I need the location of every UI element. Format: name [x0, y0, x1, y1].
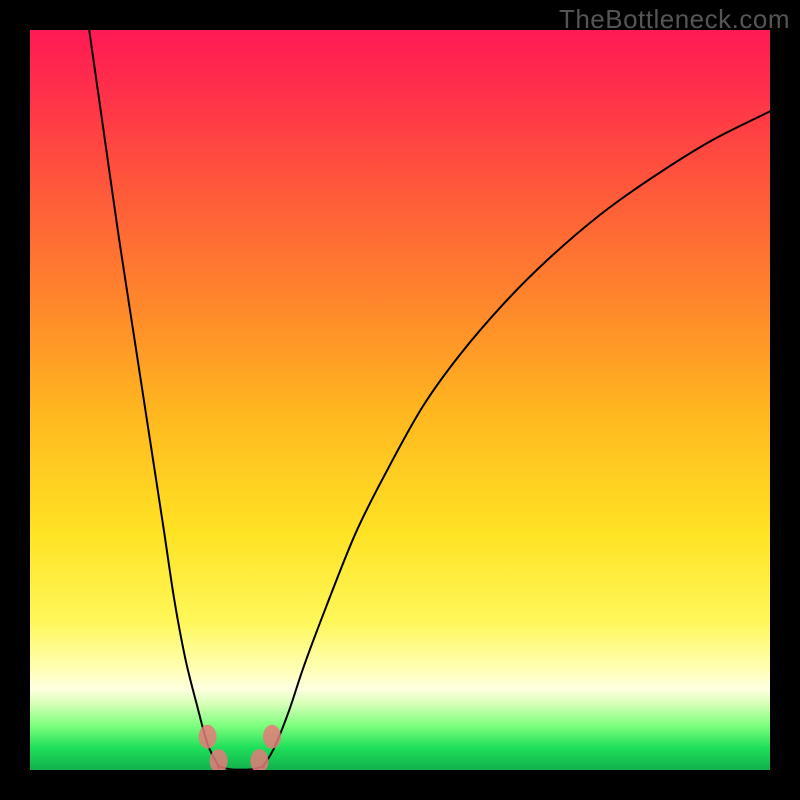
curve-layer [89, 30, 770, 770]
marker-layer [199, 725, 281, 770]
chart-stage: TheBottleneck.com [0, 0, 800, 800]
plot-area [30, 30, 770, 770]
curve-marker [250, 749, 268, 770]
curve-marker [210, 749, 228, 770]
watermark-text: TheBottleneck.com [559, 4, 790, 35]
curve-marker [263, 725, 281, 749]
curve-marker [199, 725, 217, 749]
bottleneck-curve [89, 30, 770, 770]
curve-svg [30, 30, 770, 770]
